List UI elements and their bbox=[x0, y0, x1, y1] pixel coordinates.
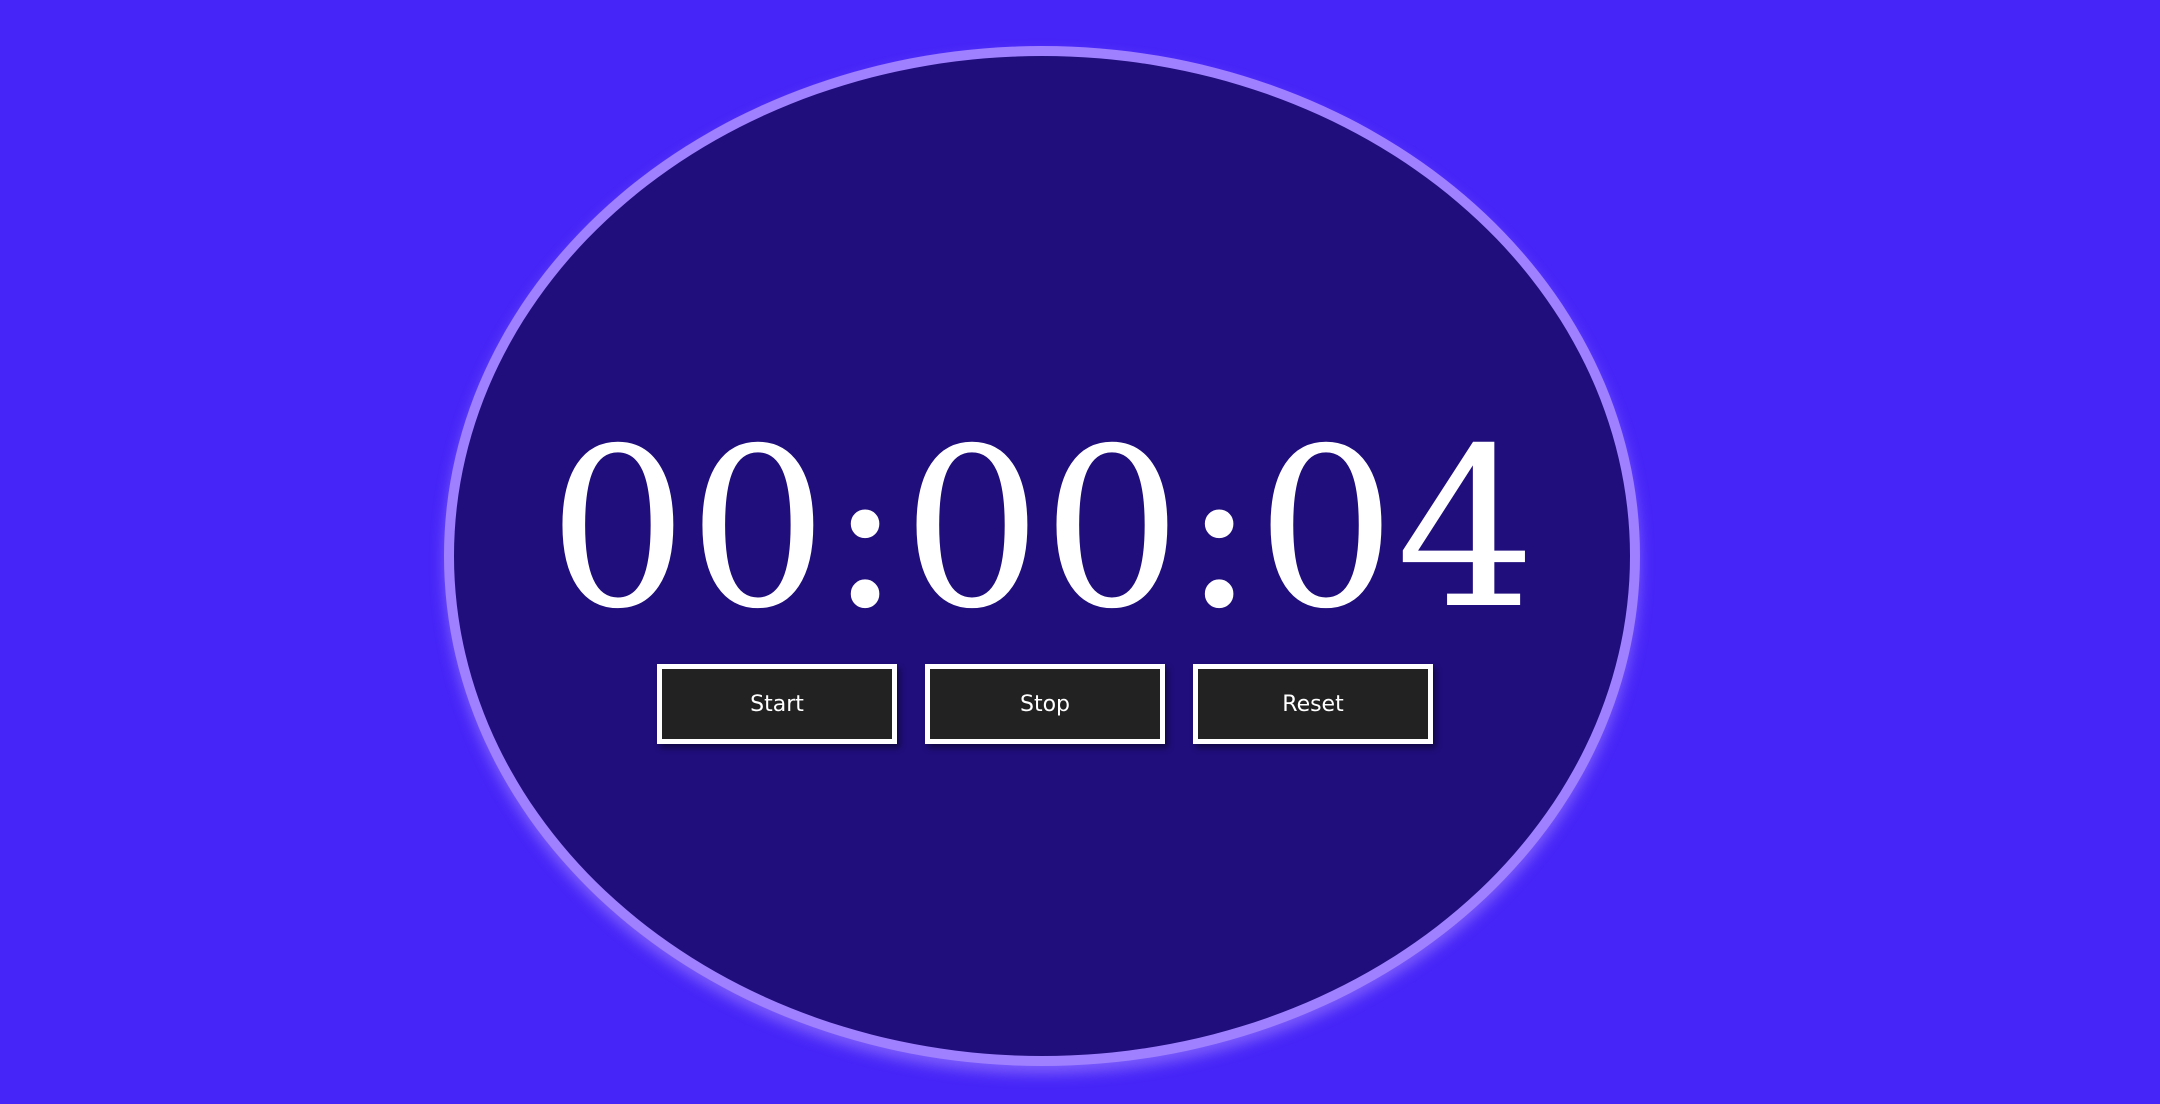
stopwatch-face: 00:00:04 Start Stop Reset bbox=[444, 46, 1640, 1066]
start-button[interactable]: Start bbox=[657, 664, 897, 744]
stop-button[interactable]: Stop bbox=[925, 664, 1165, 744]
control-buttons: Start Stop Reset bbox=[454, 664, 1630, 744]
time-display: 00:00:04 bbox=[547, 401, 1537, 657]
reset-button[interactable]: Reset bbox=[1193, 664, 1433, 744]
